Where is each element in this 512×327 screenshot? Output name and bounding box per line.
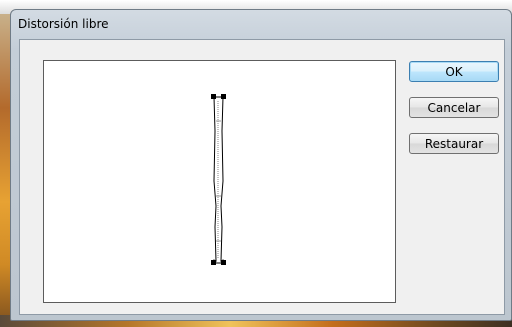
dialog-client-area: OK Cancelar Restaurar bbox=[19, 39, 505, 315]
reset-button[interactable]: Restaurar bbox=[409, 133, 499, 154]
handle-top-left[interactable] bbox=[211, 94, 216, 99]
dialog-title: Distorsión libre bbox=[18, 17, 109, 31]
ok-button[interactable]: OK bbox=[409, 61, 499, 82]
handle-bottom-left[interactable] bbox=[211, 260, 216, 265]
handle-top-right[interactable] bbox=[221, 94, 226, 99]
distort-preview-canvas[interactable] bbox=[43, 60, 396, 303]
free-distort-dialog: Distorsión libre OK Cancelar Restaurar bbox=[10, 9, 512, 321]
cancel-button[interactable]: Cancelar bbox=[409, 97, 499, 118]
title-bar[interactable]: Distorsión libre bbox=[11, 10, 511, 38]
distortion-shape bbox=[211, 94, 226, 265]
handle-bottom-right[interactable] bbox=[221, 260, 226, 265]
